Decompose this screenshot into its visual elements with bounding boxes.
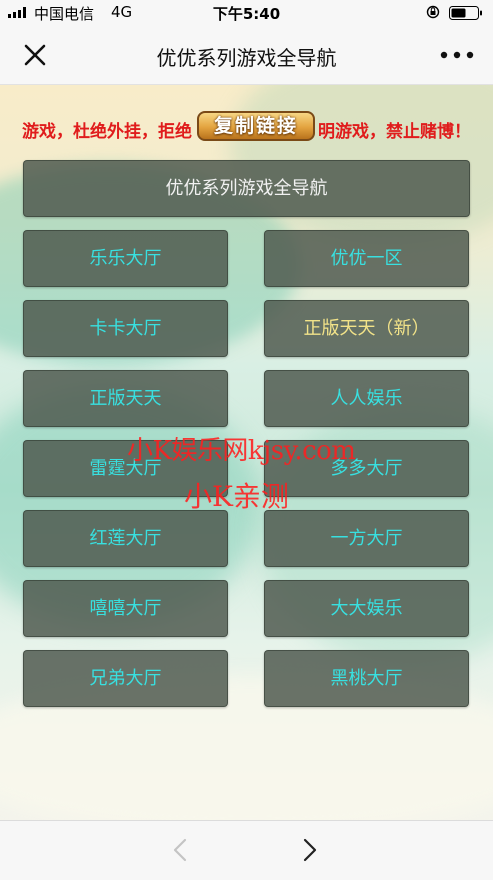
more-icon[interactable] [440, 51, 474, 59]
game-button-kaka[interactable]: 卡卡大厅 [23, 300, 228, 357]
nav-bar: 优优系列游戏全导航 [0, 24, 493, 85]
game-button-duoduo[interactable]: 多多大厅 [264, 440, 469, 497]
clock: 下午5:40 [212, 5, 281, 23]
game-button-xiongdi[interactable]: 兄弟大厅 [23, 650, 228, 707]
game-button-heitao[interactable]: 黑桃大厅 [264, 650, 469, 707]
status-bar: 中国电信 4G 下午5:40 [0, 0, 493, 24]
game-button-yifang[interactable]: 一方大厅 [264, 510, 469, 567]
chevron-right-icon[interactable] [300, 837, 320, 863]
game-button-dada[interactable]: 大大娱乐 [264, 580, 469, 637]
notice-text-left: 游戏，杜绝外挂，拒绝 [22, 122, 192, 142]
page-title: 优优系列游戏全导航 [156, 46, 337, 70]
copy-link-button[interactable]: 复制链接 [197, 111, 315, 141]
main-nav-button[interactable]: 优优系列游戏全导航 [23, 160, 470, 217]
game-button-lele[interactable]: 乐乐大厅 [23, 230, 228, 287]
game-button-zhengban-tiantian[interactable]: 正版天天 [23, 370, 228, 427]
rotation-lock-icon [426, 5, 440, 19]
battery-icon [449, 6, 482, 20]
web-content: 游戏，杜绝外挂，拒绝 明游戏，禁止赌博！ 复制链接 优优系列游戏全导航 乐乐大厅… [0, 85, 493, 820]
game-button-zhengban-tiantian-new[interactable]: 正版天天（新） [264, 300, 469, 357]
browser-toolbar [0, 820, 493, 880]
chevron-left-icon[interactable] [170, 837, 190, 863]
game-button-youyou-1[interactable]: 优优一区 [264, 230, 469, 287]
game-button-xixi[interactable]: 嘻嘻大厅 [23, 580, 228, 637]
game-button-renren[interactable]: 人人娱乐 [264, 370, 469, 427]
game-button-leiting[interactable]: 雷霆大厅 [23, 440, 228, 497]
game-button-honglian[interactable]: 红莲大厅 [23, 510, 228, 567]
notice-text-right: 明游戏，禁止赌博！ [318, 122, 471, 142]
